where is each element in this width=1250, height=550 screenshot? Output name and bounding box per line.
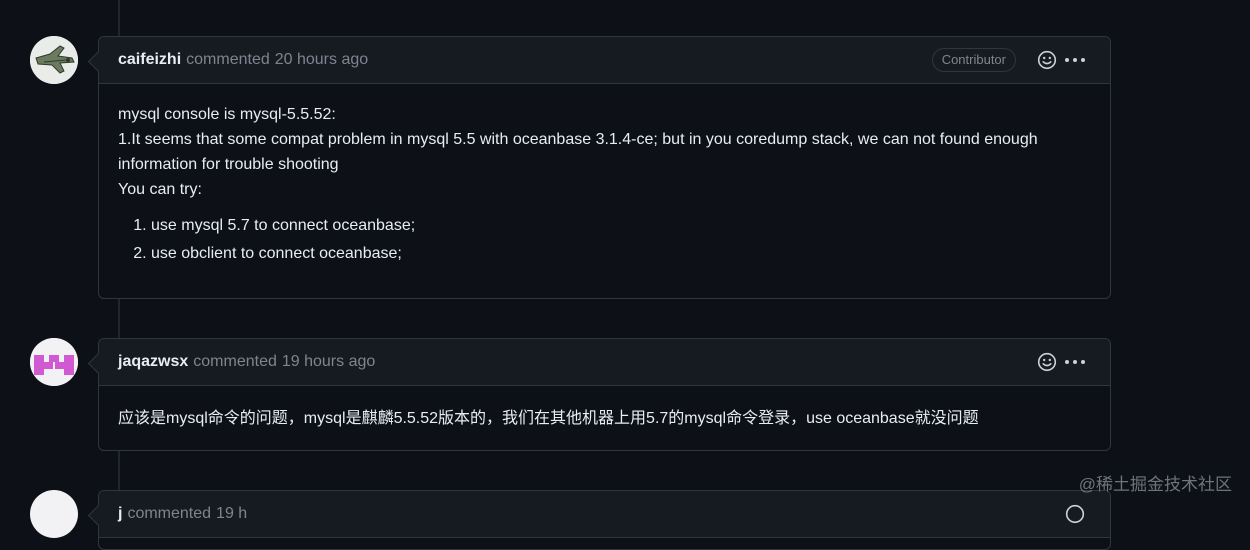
- list-item: use mysql 5.7 to connect oceanbase;: [151, 212, 1091, 240]
- comment-body: mysql console is mysql-5.5.52: 1.It seem…: [99, 84, 1110, 268]
- watermark: @稀土掘金技术社区: [1078, 475, 1232, 494]
- avatar-jaqazwsx[interactable]: [30, 338, 78, 386]
- comment-timestamp[interactable]: 20 hours ago: [275, 51, 368, 69]
- comment-card: j commented 19 h: [98, 490, 1111, 550]
- comment-card: caifeizhi commented 20 hours ago Contrib…: [98, 36, 1111, 299]
- avatar-caifeizhi[interactable]: [30, 36, 78, 84]
- comment-text: You can try:: [118, 181, 202, 198]
- comment-actions: [1030, 339, 1086, 385]
- comment-actions: Contributor: [931, 37, 1086, 83]
- comment-text: 应该是mysql命令的问题，mysql是麒麟5.5.52版本的，我们在其他机器上…: [118, 410, 979, 427]
- comment-body: 应该是mysql命令的问题，mysql是麒麟5.5.52版本的，我们在其他机器上…: [99, 386, 1110, 431]
- comment-card: jaqazwsx commented 19 hours ago 应该是mysql…: [98, 338, 1111, 451]
- identicon-avatar-icon: [30, 338, 78, 386]
- avatar-j[interactable]: [30, 490, 78, 538]
- comment-author[interactable]: j: [118, 505, 122, 523]
- kebab-horizontal-icon[interactable]: [1064, 351, 1086, 373]
- comment-header: jaqazwsx commented 19 hours ago: [99, 339, 1110, 386]
- smiley-icon[interactable]: [1064, 503, 1086, 525]
- comment-actions: [1058, 491, 1086, 537]
- comment-verb: commented: [127, 505, 212, 522]
- comment-verb: commented: [186, 51, 270, 68]
- airplane-avatar-icon: [30, 36, 78, 84]
- comment-author[interactable]: caifeizhi: [118, 51, 181, 69]
- smiley-icon[interactable]: [1036, 49, 1058, 71]
- list-item: use obclient to connect oceanbase;: [151, 240, 1091, 268]
- comment-timestamp[interactable]: 19 h: [216, 505, 247, 523]
- suggestion-list: use mysql 5.7 to connect oceanbase; use …: [118, 212, 1091, 268]
- comment-header: caifeizhi commented 20 hours ago Contrib…: [99, 37, 1110, 84]
- comment-author[interactable]: jaqazwsx: [118, 353, 188, 371]
- comment-header: j commented 19 h: [99, 491, 1110, 538]
- comment-text: mysql console is mysql-5.5.52:: [118, 106, 336, 123]
- comment-timestamp[interactable]: 19 hours ago: [282, 353, 375, 371]
- comment-verb: commented: [193, 353, 277, 370]
- comment-text: 1.It seems that some compat problem in m…: [118, 131, 1038, 173]
- kebab-horizontal-icon[interactable]: [1064, 49, 1086, 71]
- contributor-badge: Contributor: [931, 48, 1016, 72]
- smiley-icon[interactable]: [1036, 351, 1058, 373]
